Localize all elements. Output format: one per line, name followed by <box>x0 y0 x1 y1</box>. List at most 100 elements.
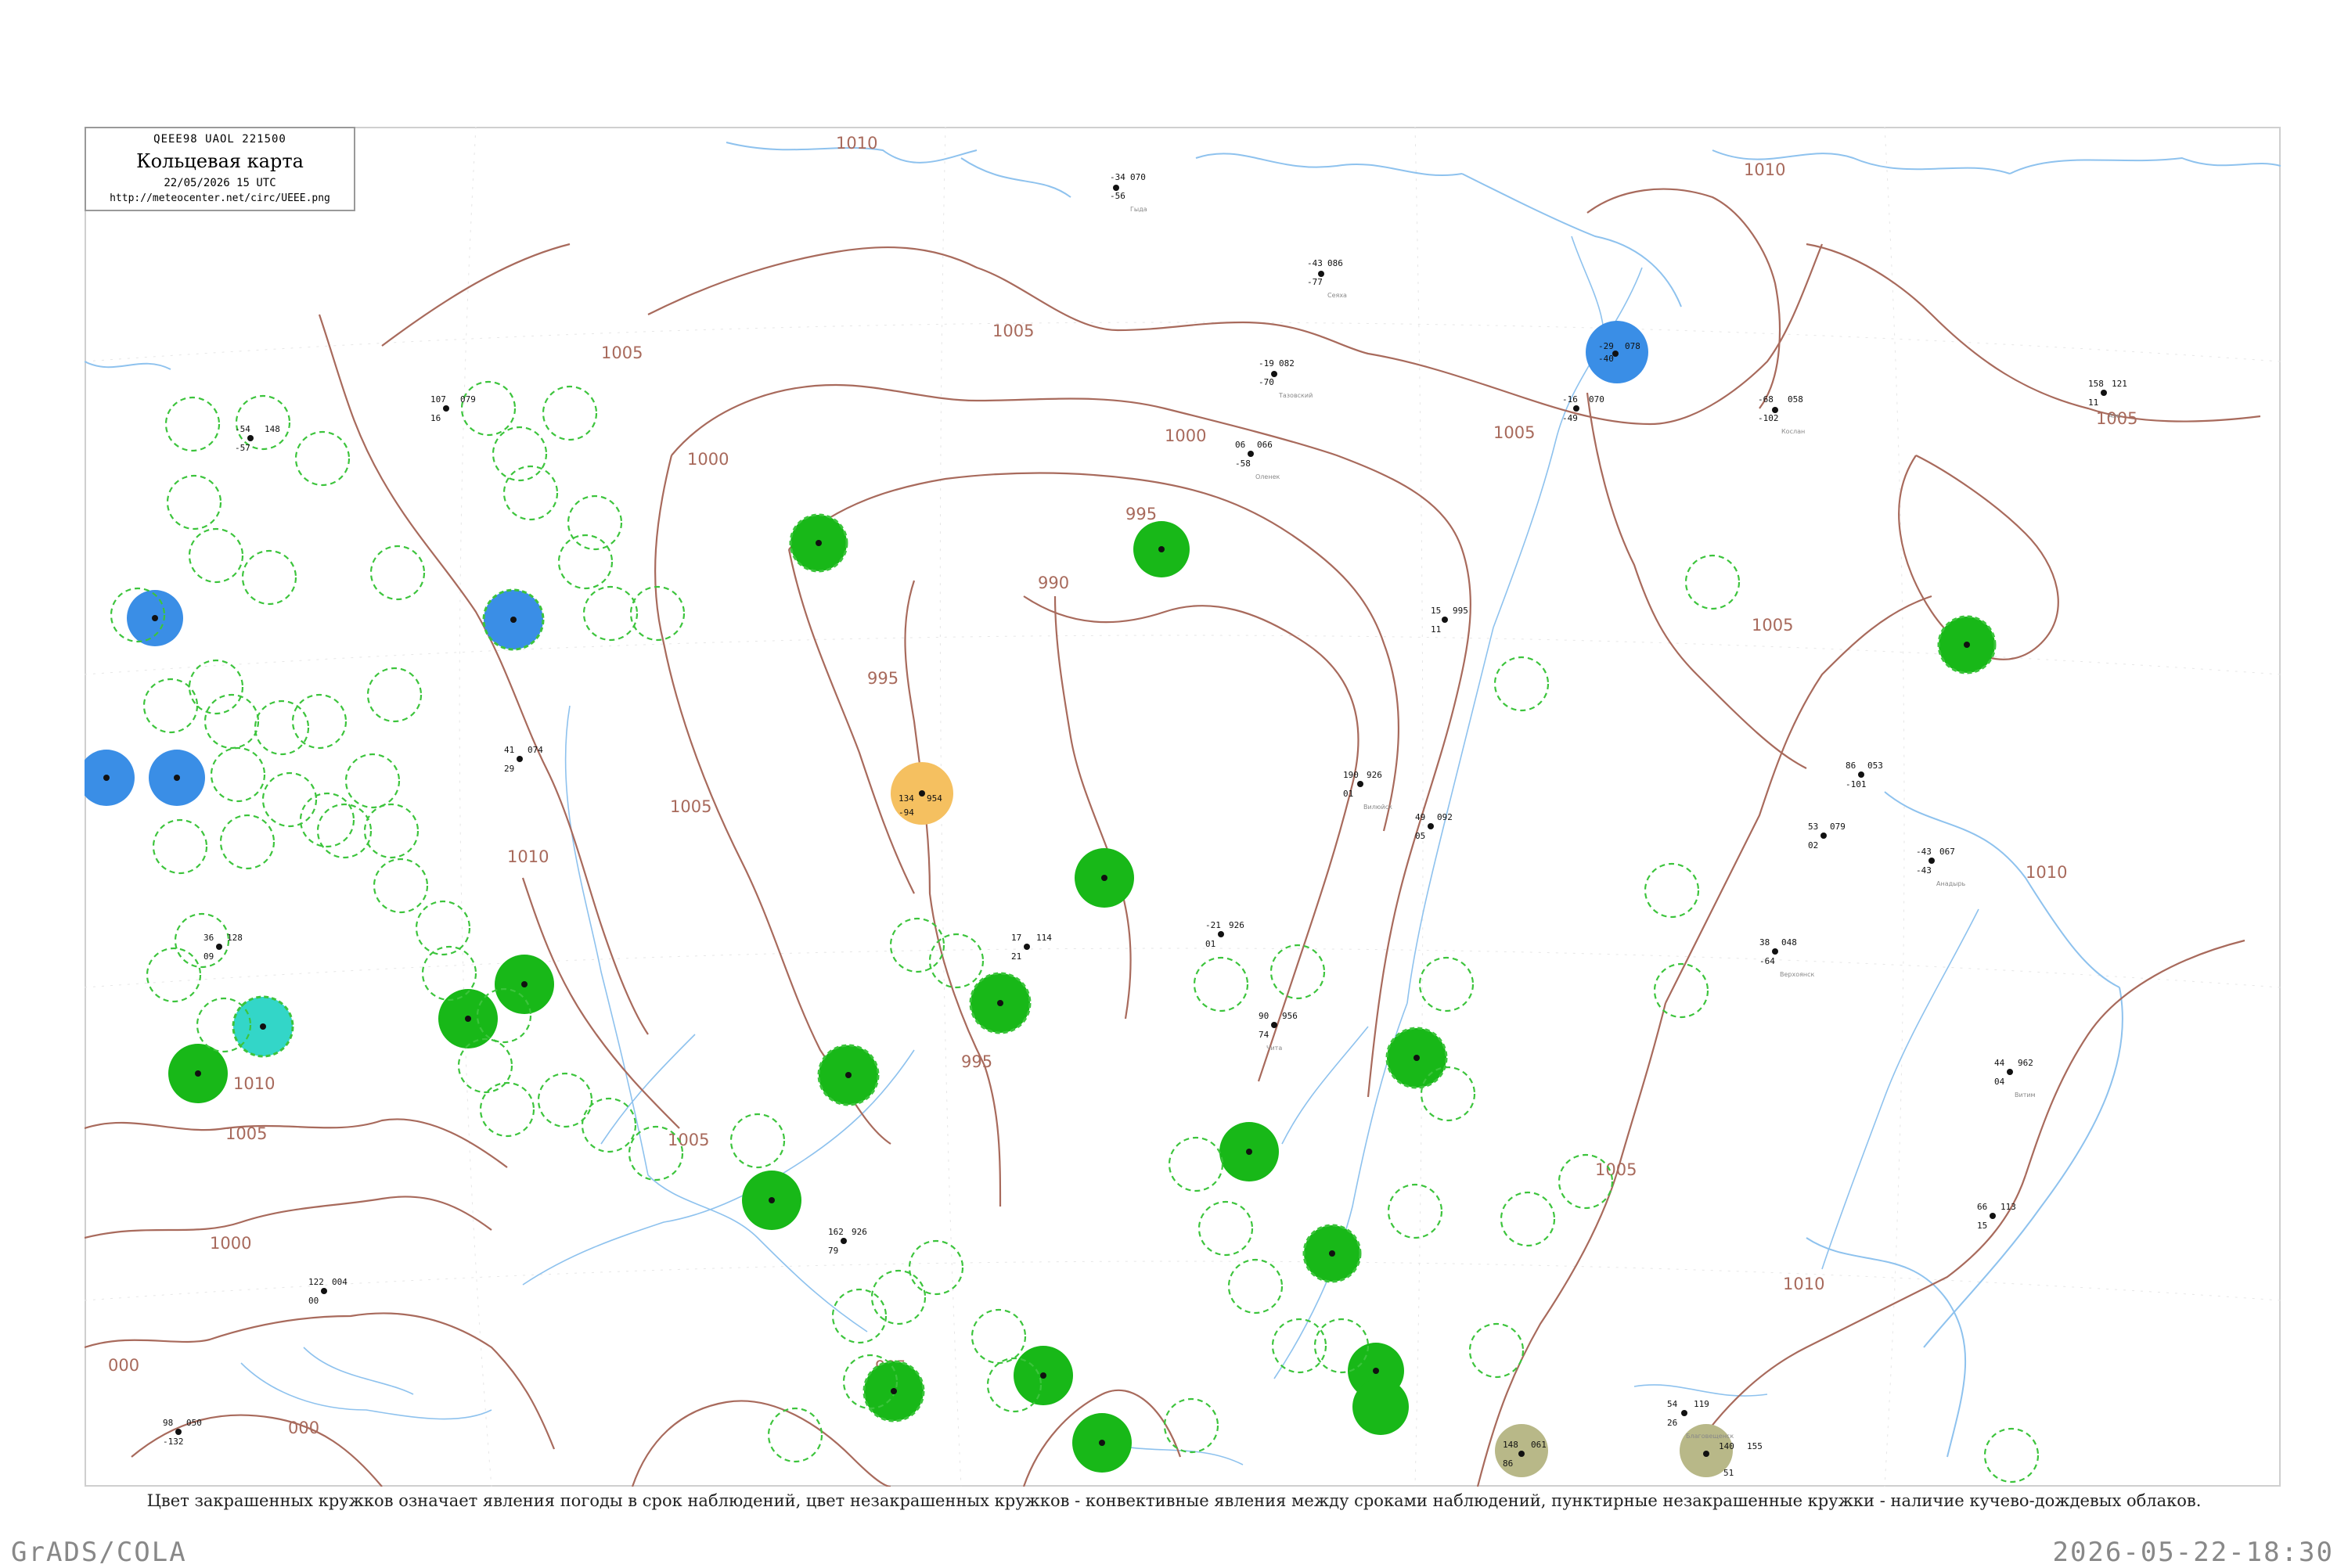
station-value: -19 <box>1259 358 1274 369</box>
graticule <box>85 127 2281 1487</box>
station-value: 29 <box>504 764 514 774</box>
station-value: 162 <box>828 1227 844 1237</box>
station-value: 050 <box>186 1418 202 1428</box>
station-plot: 90 956 74 Чита <box>1259 1011 1298 1052</box>
station-value: 134 <box>899 793 914 804</box>
station-value: 86 <box>1503 1458 1513 1469</box>
station-value: -40 <box>1598 354 1614 364</box>
station-value: 155 <box>1747 1441 1763 1451</box>
station-value: 79 <box>828 1246 838 1256</box>
isobar-label: 1010 <box>836 134 877 153</box>
station-name: Тазовский <box>1278 392 1313 399</box>
station-value: -21 <box>1205 920 1221 930</box>
station-value: -43 <box>1307 258 1323 268</box>
station-value: 140 <box>1719 1441 1734 1451</box>
station-value: 02 <box>1808 840 1818 851</box>
station-dots <box>103 185 2107 1457</box>
render-timestamp: 2026-05-22-18:30 <box>2052 1537 2334 1568</box>
isobar-label: 995 <box>1125 505 1157 523</box>
isobar-label: 995 <box>961 1052 992 1071</box>
station-value: 148 <box>265 424 280 434</box>
station-plot: 66 113 15 <box>1977 1202 2016 1231</box>
station-plot: -21 926 01 <box>1205 920 1244 949</box>
station-name: Оленек <box>1255 473 1280 480</box>
isobar-label: 1000 <box>687 450 729 469</box>
station-value: -58 <box>1235 459 1251 469</box>
station-value: 128 <box>227 933 243 943</box>
station-value: 01 <box>1343 789 1353 799</box>
station-value: 061 <box>1531 1440 1547 1450</box>
isobar-label: 1010 <box>233 1074 275 1093</box>
station-value: 04 <box>1994 1077 2005 1087</box>
isobar-label: 1005 <box>225 1124 267 1143</box>
station-value: 06 <box>1235 440 1245 450</box>
station-value: -29 <box>1598 341 1614 351</box>
isobars <box>85 188 2261 1487</box>
station-value: 070 <box>1130 172 1146 182</box>
station-value: 086 <box>1327 258 1343 268</box>
station-value: 067 <box>1939 847 1955 857</box>
station-value: 082 <box>1279 358 1295 369</box>
station-value: 16 <box>430 413 441 423</box>
station-value: 53 <box>1808 822 1818 832</box>
station-plot: 54 119 26 Благовещенск <box>1667 1399 1734 1440</box>
isobar-label: 1010 <box>1744 160 1785 179</box>
station-name: Верхоянск <box>1780 971 1815 978</box>
observation-time: 22/05/2026 15 UTC <box>164 177 276 189</box>
bulletin-code: QEEE98 UAOL 221500 <box>153 133 286 146</box>
cb-circles <box>110 380 2040 1483</box>
station-value: 962 <box>2018 1058 2033 1068</box>
software-credit: GrADS/COLA <box>11 1537 187 1568</box>
isobar-label: 1010 <box>1783 1275 1824 1293</box>
station-plot: 15 995 11 <box>1431 606 1468 635</box>
station-plot: 06 066 -58 Оленек <box>1235 440 1280 480</box>
station-name: Витим <box>2015 1091 2036 1099</box>
station-value: -132 <box>163 1437 184 1447</box>
station-value: 00 <box>308 1296 319 1306</box>
station-value: 17 <box>1011 933 1021 943</box>
hydrography <box>85 142 2281 1466</box>
station-value: 158 <box>2088 379 2104 389</box>
station-value: 66 <box>1977 1202 1987 1212</box>
station-plot: 38 048 -64 Верхоянск <box>1759 937 1815 978</box>
station-value: -16 <box>1562 394 1578 405</box>
station-value: 995 <box>1453 606 1468 616</box>
station-value: -70 <box>1259 377 1274 387</box>
station-value: -57 <box>235 443 250 453</box>
station-value: 113 <box>2000 1202 2016 1212</box>
station-name: Вилюйск <box>1363 804 1392 811</box>
station-value: 54 <box>1667 1399 1678 1409</box>
isobar-label: 1005 <box>1493 423 1535 442</box>
station-value: 121 <box>2112 379 2127 389</box>
isobar-label: 990 <box>1038 574 1069 592</box>
map-title: Кольцевая карта <box>136 150 304 172</box>
station-value: 51 <box>1723 1468 1734 1478</box>
station-value: -94 <box>899 807 914 818</box>
station-value: 122 <box>308 1277 324 1287</box>
isobar-label: 1005 <box>992 322 1034 340</box>
station-value: -64 <box>1759 956 1775 966</box>
station-plot: -43 067 -43 Анадырь <box>1916 847 1966 887</box>
station-plot: 41 074 29 <box>504 745 543 774</box>
isobar-label: 1000 <box>210 1234 251 1253</box>
station-value: 90 <box>1259 1011 1269 1021</box>
station-value: 070 <box>1589 394 1604 405</box>
synoptic-map[interactable]: 1010 1010 1005 1005 1005 1000 1000 995 9… <box>85 127 2281 1487</box>
station-name: Кослан <box>1781 428 1805 435</box>
isobar-label: 1005 <box>1752 616 1793 635</box>
station-value: 078 <box>1625 341 1640 351</box>
station-value: -68 <box>1758 394 1774 405</box>
station-name: Чита <box>1266 1045 1282 1052</box>
station-value: 058 <box>1788 394 1803 405</box>
station-value: 066 <box>1257 440 1273 450</box>
station-value: 44 <box>1994 1058 2005 1068</box>
station-value: -56 <box>1110 191 1125 201</box>
station-value: 36 <box>203 933 214 943</box>
station-value: 09 <box>203 951 214 962</box>
station-value: 079 <box>1830 822 1846 832</box>
isobar-label: 000 <box>288 1419 319 1437</box>
station-value: 41 <box>504 745 514 755</box>
station-value: 048 <box>1781 937 1797 948</box>
station-value: 15 <box>1977 1221 1987 1231</box>
station-plot: -19 082 -70 Тазовский <box>1259 358 1313 399</box>
